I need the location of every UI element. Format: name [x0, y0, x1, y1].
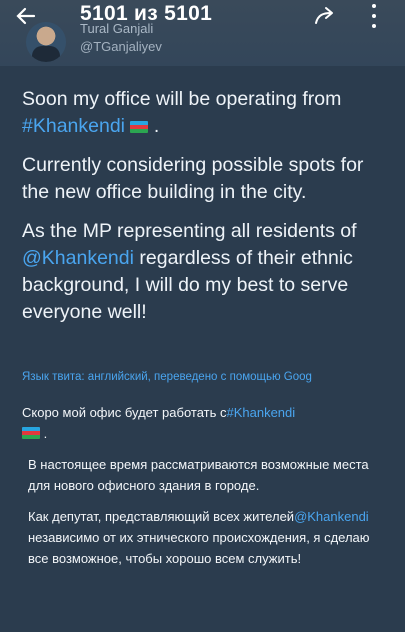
mention-link[interactable]: @Khankendi: [22, 247, 134, 269]
tweet-paragraph: Скоро мой офис будет работать с#Khankend…: [22, 402, 372, 444]
tweet-text-english: Soon my office will be operating from #K…: [22, 86, 390, 338]
tweet-text: As the MP representing all residents of: [22, 220, 357, 242]
translation-note[interactable]: Язык твита: английский, переведено с пом…: [22, 371, 402, 383]
hashtag-link[interactable]: #Khankendi: [226, 405, 295, 420]
author-handle[interactable]: @TGanjaliyev: [80, 39, 162, 54]
tweet-paragraph: В настоящее время рассматриваются возмож…: [28, 457, 369, 493]
azerbaijan-flag-icon: [22, 427, 40, 439]
avatar[interactable]: [26, 22, 66, 62]
tweet-text: .: [43, 426, 48, 441]
tweet-paragraph: Soon my office will be operating from #K…: [22, 86, 390, 140]
more-vertical-icon[interactable]: [366, 2, 382, 30]
mention-link[interactable]: @Khankendi: [294, 509, 369, 524]
tweet-paragraph: Как депутат, представляющий всех жителей…: [22, 506, 372, 569]
tweet-text: .: [153, 115, 160, 137]
tweet-text: независимо от их этнического происхожден…: [28, 530, 370, 566]
hashtag-link[interactable]: #Khankendi: [22, 115, 125, 137]
tweet-text: Как депутат, представляющий всех жителей: [28, 509, 295, 524]
tweet-paragraph: As the MP representing all residents of …: [22, 218, 390, 326]
author-name[interactable]: Tural Ganjali: [80, 21, 153, 36]
tweet-text: Скоро мой офис будет работать с: [22, 405, 227, 420]
story-header: 5101 из 5101 Tural Ganjali @TGanjaliyev: [0, 0, 405, 66]
share-icon[interactable]: [312, 3, 338, 29]
azerbaijan-flag-icon: [130, 121, 149, 133]
tweet-text: Soon my office will be operating from: [22, 88, 342, 110]
tweet-text-russian: Скоро мой офис будет работать с#Khankend…: [22, 402, 372, 579]
tweet-paragraph: Currently considering possible spots for…: [22, 154, 364, 203]
